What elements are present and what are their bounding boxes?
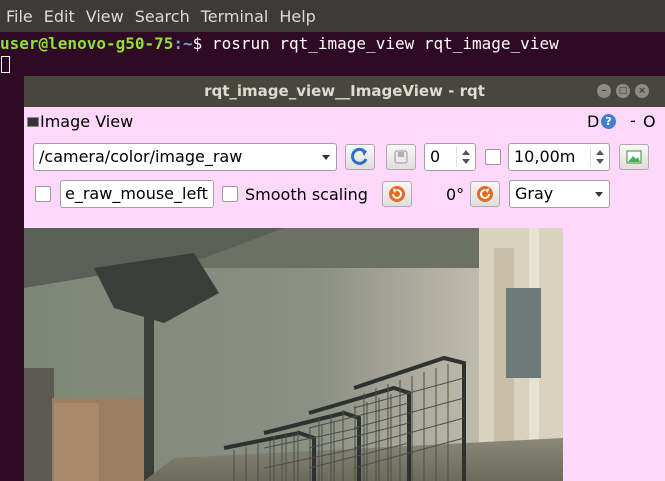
- fit-button[interactable]: [619, 144, 649, 170]
- topic-value: /camera/color/image_raw: [39, 147, 243, 166]
- num-spin-value: 0: [430, 147, 441, 166]
- chevron-down-icon: [595, 192, 603, 197]
- menu-view[interactable]: View: [80, 7, 129, 26]
- fit-icon: [626, 150, 642, 164]
- terminal-menubar: File Edit View Search Terminal Help: [0, 0, 665, 32]
- smooth-scaling-checkbox[interactable]: [222, 186, 238, 202]
- prompt-symbol: $: [192, 34, 203, 53]
- window-title: rqt_image_view__ImageView - rqt: [204, 82, 485, 100]
- spin-up-icon[interactable]: [596, 150, 604, 155]
- zoom-checkbox[interactable]: [485, 149, 501, 165]
- dock-close-button[interactable]: O: [643, 112, 656, 131]
- dock-minimize-button[interactable]: -: [630, 111, 636, 130]
- menu-file[interactable]: File: [0, 7, 38, 26]
- rotate-left-button[interactable]: [382, 181, 412, 207]
- rotate-right-icon: [477, 186, 493, 202]
- spin-down-icon[interactable]: [596, 159, 604, 164]
- prompt-user-host: user@lenovo-g50-75: [0, 34, 174, 53]
- rotate-left-icon: [389, 186, 405, 202]
- prompt-path: :~: [173, 34, 193, 53]
- save-icon: [394, 150, 408, 164]
- image-view-icon: [27, 117, 39, 127]
- menu-edit[interactable]: Edit: [38, 7, 80, 26]
- dock-title: Image View: [40, 112, 134, 131]
- color-scheme-value: Gray: [515, 184, 554, 203]
- zoom-spinbox[interactable]: 10,00m: [508, 143, 610, 171]
- spin-separator: [590, 147, 591, 167]
- menu-search[interactable]: Search: [129, 7, 195, 26]
- smooth-scaling-label: Smooth scaling: [245, 185, 368, 204]
- spin-down-icon[interactable]: [462, 159, 470, 164]
- mouse-topic-input[interactable]: e_raw_mouse_left: [60, 180, 214, 208]
- refresh-icon: [351, 147, 368, 165]
- dock-titlebar: Image View D ? - O: [24, 107, 665, 137]
- camera-image[interactable]: [24, 228, 563, 481]
- menu-terminal[interactable]: Terminal: [195, 7, 274, 26]
- rotate-right-button[interactable]: [470, 181, 500, 207]
- close-button[interactable]: ×: [635, 84, 649, 98]
- topic-select[interactable]: /camera/color/image_raw: [33, 143, 337, 171]
- terminal-command: rosrun rqt_image_view rqt_image_view: [202, 34, 559, 53]
- chevron-down-icon: [322, 155, 330, 160]
- rotation-label: 0°: [446, 185, 465, 204]
- camera-image-canvas: [24, 228, 563, 481]
- window-titlebar[interactable]: rqt_image_view__ImageView - rqt – □ ×: [24, 76, 665, 107]
- num-spinbox[interactable]: 0: [424, 143, 476, 171]
- minimize-button[interactable]: –: [597, 84, 611, 98]
- terminal-command-line: user@lenovo-g50-75:~$ rosrun rqt_image_v…: [0, 33, 559, 55]
- zoom-value: 10,00m: [514, 147, 576, 166]
- maximize-button[interactable]: □: [616, 84, 630, 98]
- save-button[interactable]: [386, 144, 416, 170]
- refresh-button[interactable]: [345, 144, 375, 170]
- help-icon[interactable]: ?: [601, 114, 616, 129]
- terminal-cursor: [1, 56, 10, 73]
- mouse-publish-checkbox[interactable]: [35, 186, 51, 202]
- rqt-window: rqt_image_view__ImageView - rqt – □ × Im…: [24, 76, 665, 481]
- menu-help[interactable]: Help: [273, 7, 320, 26]
- dock-d-button[interactable]: D: [587, 112, 599, 131]
- color-scheme-select[interactable]: Gray: [509, 180, 610, 208]
- spin-separator: [456, 147, 457, 167]
- spin-up-icon[interactable]: [462, 150, 470, 155]
- mouse-topic-value: e_raw_mouse_left: [65, 184, 208, 203]
